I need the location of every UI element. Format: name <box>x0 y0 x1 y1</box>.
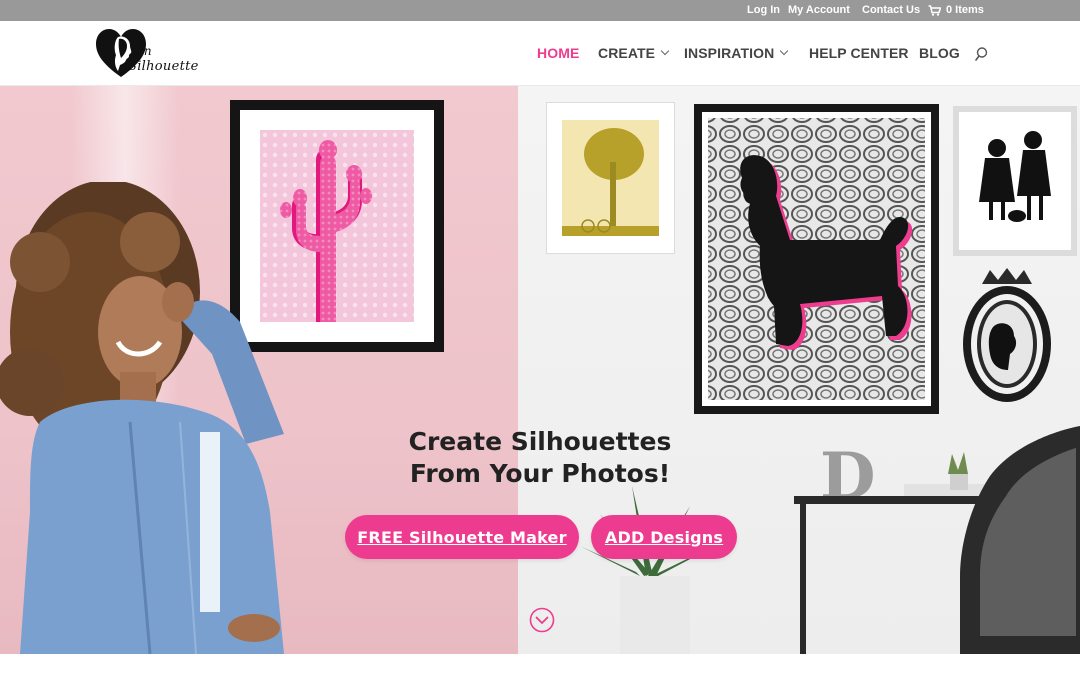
my-account-link[interactable]: My Account <box>788 4 850 16</box>
search-icon[interactable] <box>975 46 991 62</box>
cameo-oval-frame <box>963 268 1051 402</box>
page-below-fold <box>0 654 1080 675</box>
top-bar: Log In My Account Contact Us 0 Items <box>0 0 1080 21</box>
contact-us-link[interactable]: Contact Us <box>862 4 920 16</box>
nav-inspiration-label: INSPIRATION <box>684 45 775 61</box>
nav-create-label: CREATE <box>598 45 656 61</box>
hero-headline-line-2: From Your Photos! <box>409 459 671 488</box>
nav-blog[interactable]: BLOG <box>919 45 960 61</box>
tree-art-frame <box>546 102 675 254</box>
chevron-down-circle-icon[interactable] <box>529 607 555 633</box>
nav-home[interactable]: HOME <box>537 45 579 61</box>
cart-link[interactable]: 0 Items <box>928 4 984 16</box>
cart-count: 0 Items <box>946 4 984 16</box>
site-header: in Silhouette HOME CREATE INSPIRATION HE… <box>0 21 1080 86</box>
poodle-art-frame <box>694 104 939 414</box>
add-designs-button[interactable]: ADD Designs <box>591 515 737 559</box>
hero-section: D Create Silhouettes From Your Photos! F… <box>0 86 1080 654</box>
hero-headline: Create Silhouettes From Your Photos! <box>330 426 750 490</box>
main-nav: HOME CREATE INSPIRATION HELP CENTER BLOG <box>0 45 1080 63</box>
free-silhouette-maker-button[interactable]: FREE Silhouette Maker <box>345 515 579 559</box>
woman-photo <box>0 182 284 654</box>
chevron-down-icon <box>660 46 670 56</box>
cart-icon <box>928 4 941 16</box>
nav-help-center[interactable]: HELP CENTER <box>809 45 909 61</box>
nav-create[interactable]: CREATE <box>598 45 670 61</box>
login-link[interactable]: Log In <box>747 4 780 16</box>
nav-home-label: HOME <box>537 45 580 61</box>
nav-help-center-label: HELP CENTER <box>809 45 909 61</box>
children-silhouette-frame <box>953 106 1077 256</box>
nav-blog-label: BLOG <box>919 45 960 61</box>
chevron-down-icon <box>780 46 789 56</box>
hero-headline-line-1: Create Silhouettes <box>408 427 672 456</box>
nav-inspiration[interactable]: INSPIRATION <box>684 45 789 61</box>
